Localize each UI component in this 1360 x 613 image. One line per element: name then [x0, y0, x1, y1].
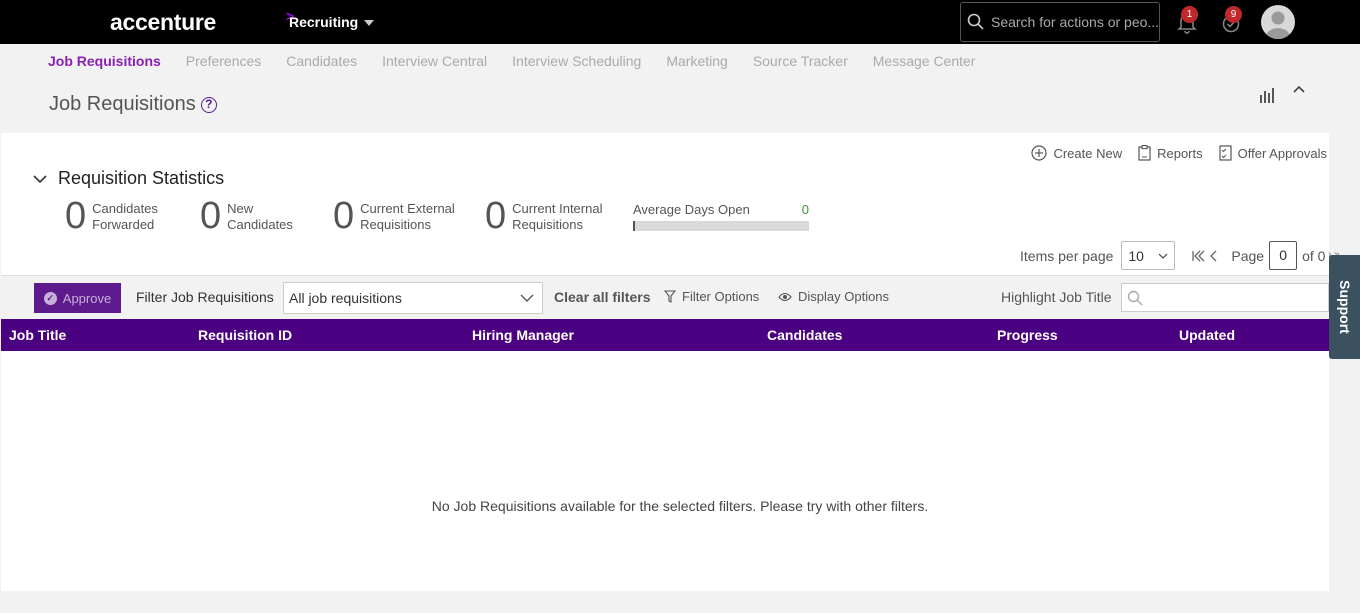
stat-label: Candidates Forwarded: [92, 201, 158, 232]
page-number-input[interactable]: 0: [1269, 241, 1298, 270]
accenture-logo[interactable]: accenture >: [110, 8, 294, 36]
display-options-button[interactable]: Display Options: [778, 289, 889, 304]
reports-button[interactable]: Reports: [1138, 145, 1203, 161]
previous-page-icon[interactable]: [1209, 250, 1219, 262]
stat-new-candidates[interactable]: 0 New Candidates: [200, 197, 293, 235]
filter-job-requisitions-select[interactable]: All job requisitions: [283, 282, 543, 314]
approve-button[interactable]: ✓ Approve: [34, 283, 121, 313]
panel-actions: Create New Reports Offer Approvals: [1031, 145, 1327, 161]
checklist-icon: [1219, 145, 1232, 161]
report-icon: [1138, 145, 1151, 161]
notifications-button[interactable]: 1: [1177, 6, 1198, 34]
table-header: Job Title Requisition ID Hiring Manager …: [1, 319, 1329, 351]
support-tab[interactable]: Support: [1329, 255, 1360, 359]
tab-marketing[interactable]: Marketing: [666, 53, 727, 69]
highlight-job-title-label: Highlight Job Title: [1001, 289, 1112, 305]
page-header: Job Requisitions ?: [49, 93, 217, 116]
column-updated[interactable]: Updated: [1179, 327, 1235, 343]
display-options-label: Display Options: [798, 289, 890, 304]
search-icon: [967, 13, 984, 30]
caret-down-icon: [364, 20, 375, 26]
column-progress[interactable]: Progress: [997, 327, 1058, 343]
sub-navigation: Job Requisitions Preferences Candidates …: [48, 53, 1000, 69]
check-icon: ✓: [43, 291, 57, 305]
help-icon[interactable]: ?: [200, 96, 217, 113]
reports-label: Reports: [1157, 145, 1203, 161]
chevron-down-icon: [1158, 253, 1168, 259]
column-job-title[interactable]: Job Title: [9, 327, 66, 343]
pagination: Items per page 10 Page 0 of 0: [1020, 241, 1325, 270]
top-bar: accenture > Recruiting Search for action…: [0, 0, 1360, 44]
stat-label: Current Internal Requisitions: [512, 201, 603, 232]
page-label: Page: [1231, 247, 1265, 264]
requisitions-panel: Create New Reports Offer Approvals Requi…: [1, 133, 1329, 591]
approvals-badge: 9: [1225, 6, 1242, 23]
user-avatar[interactable]: [1261, 5, 1295, 39]
offer-approvals-label: Offer Approvals: [1237, 145, 1327, 161]
search-placeholder: Search for actions or peo...: [990, 14, 1159, 30]
tab-job-requisitions[interactable]: Job Requisitions: [48, 53, 161, 69]
module-label: Recruiting: [289, 14, 359, 30]
tab-candidates[interactable]: Candidates: [286, 53, 357, 69]
average-days-value: 0: [801, 202, 809, 217]
filter-bar: ✓ Approve Filter Job Requisitions All jo…: [1, 275, 1329, 319]
requisition-statistics-toggle[interactable]: Requisition Statistics: [32, 168, 224, 189]
bar-chart-icon[interactable]: [1259, 87, 1277, 103]
filter-options-label: Filter Options: [682, 289, 760, 304]
filter-options-button[interactable]: Filter Options: [664, 289, 759, 304]
chevron-down-icon: [520, 294, 534, 302]
empty-table-message: No Job Requisitions available for the se…: [431, 498, 929, 514]
stat-current-external-requisitions[interactable]: 0 Current External Requisitions: [333, 197, 455, 235]
user-icon: [1265, 11, 1291, 39]
stat-value: 0: [333, 195, 355, 237]
approvals-button[interactable]: 9: [1221, 6, 1242, 34]
column-requisition-id[interactable]: Requisition ID: [198, 327, 292, 343]
clear-all-filters-link[interactable]: Clear all filters: [554, 289, 651, 305]
support-label: Support: [1336, 280, 1353, 334]
create-new-button[interactable]: Create New: [1031, 145, 1122, 161]
filter-icon: [664, 290, 676, 303]
plus-circle-icon: [1031, 145, 1048, 161]
offer-approvals-button[interactable]: Offer Approvals: [1219, 145, 1327, 161]
stat-label: New Candidates: [227, 201, 293, 232]
average-days-open: Average Days Open 0: [633, 202, 809, 231]
stat-label: Current External Requisitions: [360, 201, 455, 232]
column-candidates[interactable]: Candidates: [767, 327, 842, 343]
first-page-icon[interactable]: [1191, 250, 1205, 262]
tab-interview-scheduling[interactable]: Interview Scheduling: [512, 53, 641, 69]
filter-label: Filter Job Requisitions: [136, 289, 274, 305]
tab-source-tracker[interactable]: Source Tracker: [753, 53, 848, 69]
chevron-up-icon[interactable]: [1292, 82, 1306, 96]
search-icon: [1127, 290, 1143, 305]
page-title: Job Requisitions: [49, 93, 196, 115]
average-days-label: Average Days Open: [633, 202, 750, 217]
column-hiring-manager[interactable]: Hiring Manager: [472, 327, 574, 343]
tab-interview-central[interactable]: Interview Central: [382, 53, 487, 69]
approve-label: Approve: [62, 290, 112, 306]
highlight-job-title-input[interactable]: [1121, 283, 1329, 312]
average-days-bar: [633, 221, 809, 231]
notifications-badge: 1: [1181, 6, 1198, 23]
items-per-page-label: Items per page: [1020, 247, 1114, 264]
tab-message-center[interactable]: Message Center: [873, 53, 976, 69]
module-switcher[interactable]: Recruiting: [289, 14, 375, 30]
logo-text: accenture: [110, 9, 216, 35]
items-per-page-select[interactable]: 10: [1121, 241, 1176, 270]
eye-icon: [778, 292, 792, 301]
filter-select-value: All job requisitions: [289, 290, 402, 306]
global-search-input[interactable]: Search for actions or peo...: [960, 2, 1160, 42]
items-per-page-value: 10: [1128, 247, 1144, 264]
stat-current-internal-requisitions[interactable]: 0 Current Internal Requisitions: [485, 197, 602, 235]
stat-value: 0: [485, 195, 507, 237]
page-of-label: of 0: [1302, 247, 1326, 264]
stat-candidates-forwarded[interactable]: 0 Candidates Forwarded: [65, 197, 158, 235]
stats-header-label: Requisition Statistics: [58, 168, 225, 188]
tab-preferences[interactable]: Preferences: [186, 53, 261, 69]
stat-value: 0: [200, 195, 222, 237]
create-new-label: Create New: [1053, 145, 1123, 161]
chevron-down-icon: [33, 174, 47, 183]
stat-value: 0: [65, 195, 87, 237]
